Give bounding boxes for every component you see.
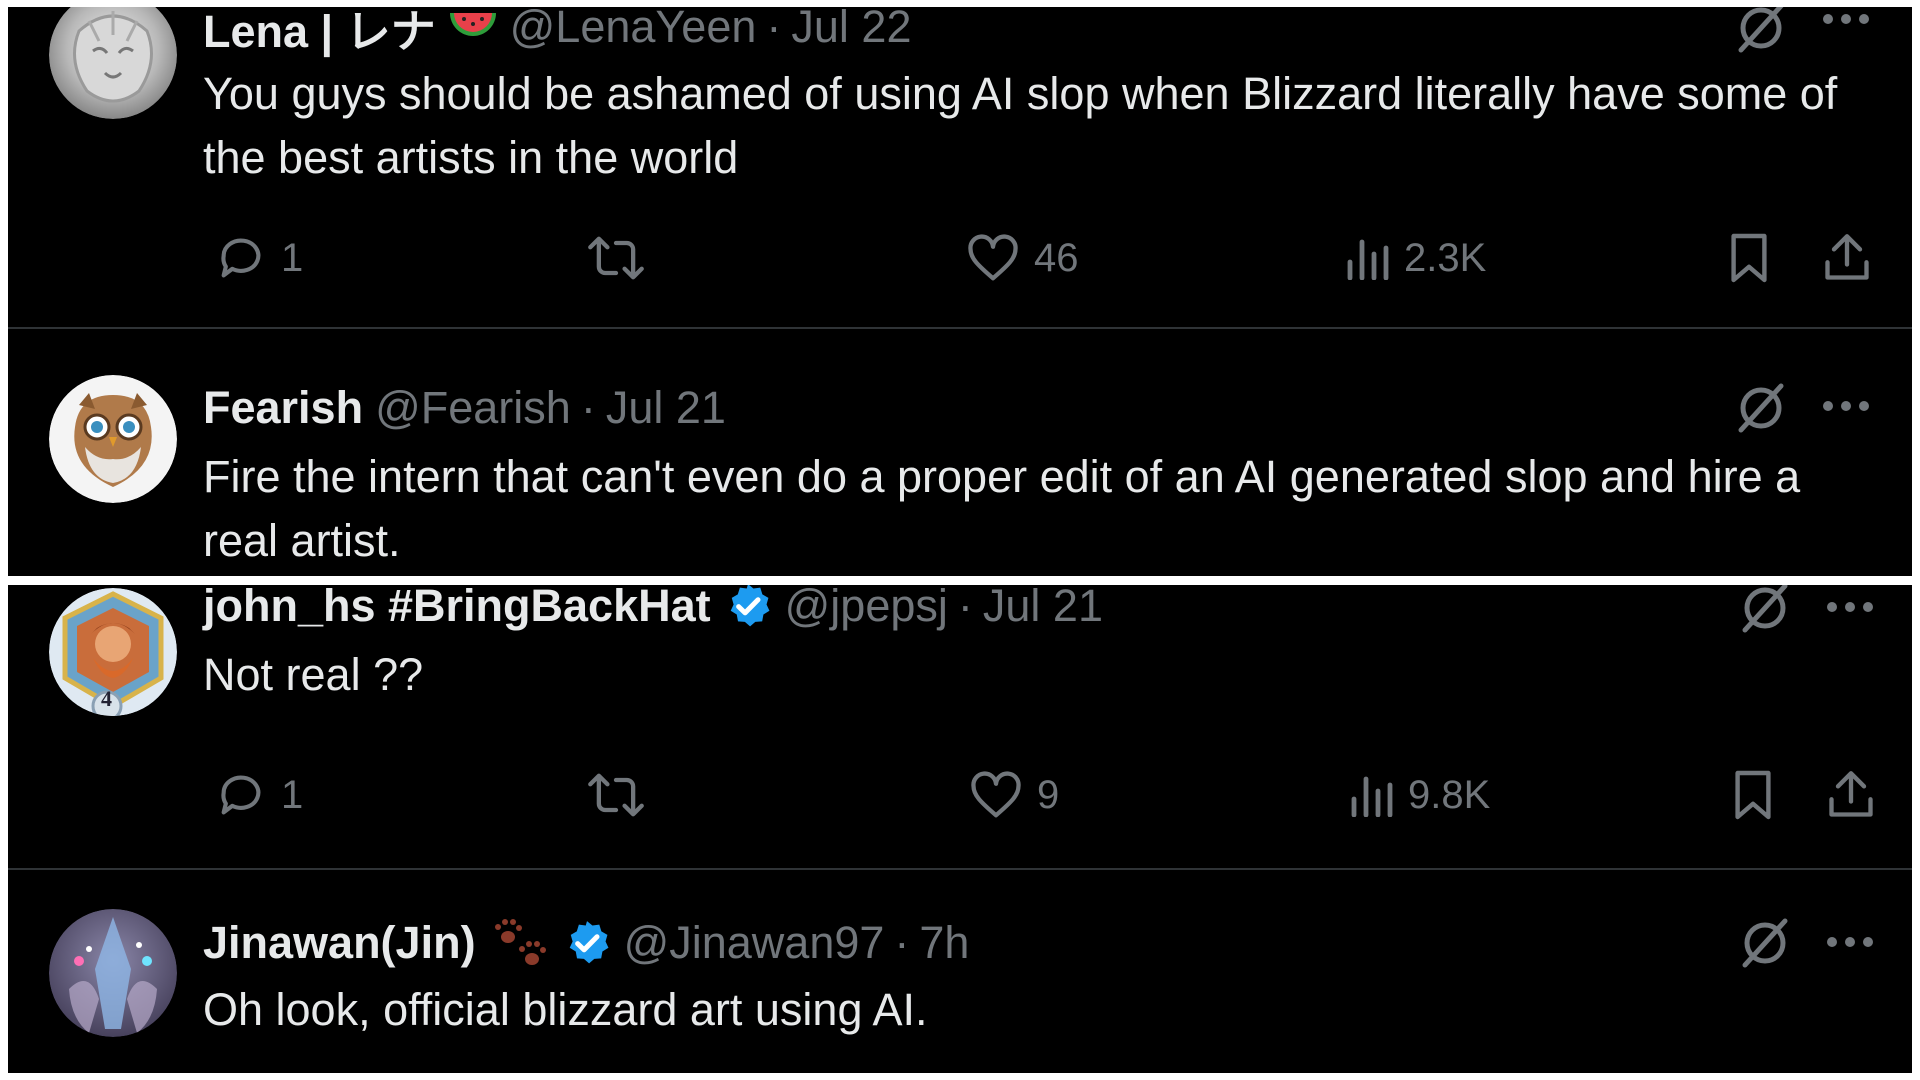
bookmark-icon <box>1735 770 1771 820</box>
tweet-date[interactable]: Jul 21 <box>983 585 1103 632</box>
avatar[interactable]: 4 <box>49 588 177 716</box>
tweet-jinawan[interactable]: Jinawan(Jin) @Jinawan97 · 7h Oh look, of… <box>8 870 1912 1073</box>
views-count: 2.3K <box>1404 235 1487 280</box>
share-icon <box>1825 234 1869 280</box>
screenshot-panel-bottom: 4 john_hs #BringBackHat @jpepsj · Jul 21… <box>8 585 1912 1073</box>
display-name[interactable]: Lena | レナ <box>203 7 436 60</box>
more-options-icon[interactable] <box>1816 386 1876 426</box>
grok-icon[interactable] <box>1737 585 1793 636</box>
share-icon <box>1829 771 1873 817</box>
tweet-text: Not real ?? <box>203 649 424 700</box>
reply-icon <box>221 775 261 815</box>
repost-icon <box>588 773 644 817</box>
action-bar: 1 9 9.8K <box>203 760 1883 830</box>
verified-badge-icon <box>723 585 773 631</box>
separator-dot: · <box>580 382 596 433</box>
separator-dot: · <box>894 917 910 968</box>
grok-icon[interactable] <box>1733 380 1789 436</box>
reply-count: 1 <box>281 235 304 280</box>
heart-icon <box>968 234 1018 281</box>
tweet-lena[interactable]: Lena | レナ @LenaYeen · Jul 22 You guys sh… <box>8 7 1912 327</box>
share-button[interactable] <box>1825 760 1877 830</box>
avatar-level-badge: 4 <box>101 686 112 711</box>
tweet-date[interactable]: Jul 21 <box>606 382 726 434</box>
user-handle[interactable]: @Jinawan97 <box>624 917 885 969</box>
bookmark-icon <box>1731 233 1767 283</box>
tweet-text: Fire the intern that can't even do a pro… <box>203 451 1801 566</box>
user-handle[interactable]: @Fearish <box>375 382 571 434</box>
reply-icon <box>221 238 261 278</box>
like-count: 46 <box>1034 235 1079 280</box>
like-button[interactable]: 46 <box>966 223 1079 293</box>
separator-dot: · <box>766 7 782 52</box>
display-name[interactable]: Fearish <box>203 382 363 434</box>
avatar[interactable] <box>49 7 177 119</box>
share-button[interactable] <box>1821 223 1873 293</box>
bookmark-button[interactable] <box>1727 223 1771 293</box>
views-button[interactable]: 9.8K <box>1350 760 1490 830</box>
separator-dot: · <box>957 585 973 631</box>
more-options-icon[interactable] <box>1820 587 1880 627</box>
user-handle[interactable]: @LenaYeen <box>510 7 757 53</box>
verified-badge-icon <box>562 918 612 968</box>
screenshot-panel-top: Lena | レナ @LenaYeen · Jul 22 You guys sh… <box>8 7 1912 576</box>
paw-prints-emoji-icon <box>488 915 550 971</box>
repost-button[interactable] <box>586 760 660 830</box>
avatar[interactable] <box>49 375 177 503</box>
views-count: 9.8K <box>1408 772 1491 817</box>
avatar[interactable] <box>49 909 177 1037</box>
more-options-icon[interactable] <box>1820 922 1880 962</box>
reply-count: 1 <box>281 772 304 817</box>
grok-icon[interactable] <box>1733 7 1789 56</box>
display-name[interactable]: Jinawan(Jin) <box>203 917 476 969</box>
reply-button[interactable]: 1 <box>215 760 303 830</box>
like-button[interactable]: 9 <box>969 760 1059 830</box>
views-icon <box>1351 776 1393 817</box>
heart-icon <box>971 771 1021 818</box>
more-options-icon[interactable] <box>1816 7 1876 39</box>
reply-button[interactable]: 1 <box>215 223 303 293</box>
action-bar: 1 46 2.3K <box>203 223 1883 293</box>
tweet-date[interactable]: Jul 22 <box>791 7 911 53</box>
user-handle[interactable]: @jpepsj <box>785 585 948 632</box>
like-count: 9 <box>1037 772 1060 817</box>
tweet-fearish[interactable]: Fearish @Fearish · Jul 21 Fire the inter… <box>8 329 1912 576</box>
bookmark-button[interactable] <box>1731 760 1775 830</box>
grok-icon[interactable] <box>1737 915 1793 971</box>
tweet-date[interactable]: 7h <box>919 917 969 969</box>
repost-button[interactable] <box>586 223 660 293</box>
views-icon <box>1347 239 1389 280</box>
repost-icon <box>588 236 644 280</box>
tweet-john-hs[interactable]: 4 john_hs #BringBackHat @jpepsj · Jul 21… <box>8 585 1912 868</box>
display-name[interactable]: john_hs #BringBackHat <box>203 585 711 632</box>
tweet-text: You guys should be ashamed of using AI s… <box>203 68 1838 183</box>
views-button[interactable]: 2.3K <box>1346 223 1486 293</box>
tweet-text: Oh look, official blizzard art using AI. <box>203 984 928 1035</box>
watermelon-emoji-icon <box>448 7 498 47</box>
